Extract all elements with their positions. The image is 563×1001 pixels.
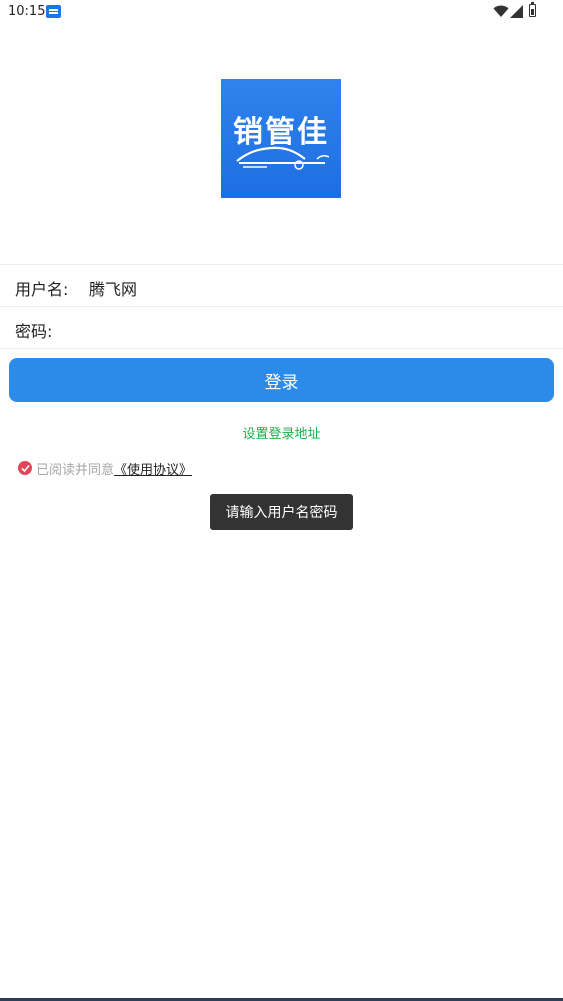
signal-icon	[510, 5, 523, 18]
agreement-row: 已阅读并同意 《使用协议》	[18, 459, 192, 478]
usage-agreement-link[interactable]: 《使用协议》	[114, 459, 192, 478]
divider	[0, 348, 563, 349]
car-icon	[236, 146, 329, 170]
checkbox-checked-icon[interactable]	[18, 461, 32, 475]
username-row: 用户名: 腾飞网	[0, 265, 563, 307]
password-row: 密码:	[0, 307, 563, 349]
battery-icon	[529, 2, 536, 17]
password-label: 密码:	[15, 322, 53, 341]
toast-message: 请输入用户名密码	[210, 494, 353, 530]
agreement-text: 已阅读并同意	[36, 462, 115, 478]
app-logo: 销管佳	[221, 79, 341, 198]
status-bar: 10:15	[0, 0, 563, 24]
username-input[interactable]: 腾飞网	[89, 276, 137, 300]
notification-app-icon	[46, 5, 61, 18]
wifi-icon	[493, 5, 509, 17]
password-input[interactable]	[60, 313, 554, 345]
status-time: 10:15	[8, 4, 46, 19]
username-label: 用户名:	[15, 280, 69, 299]
login-button[interactable]: 登录	[9, 358, 554, 402]
set-login-address-link[interactable]: 设置登录地址	[0, 423, 563, 442]
